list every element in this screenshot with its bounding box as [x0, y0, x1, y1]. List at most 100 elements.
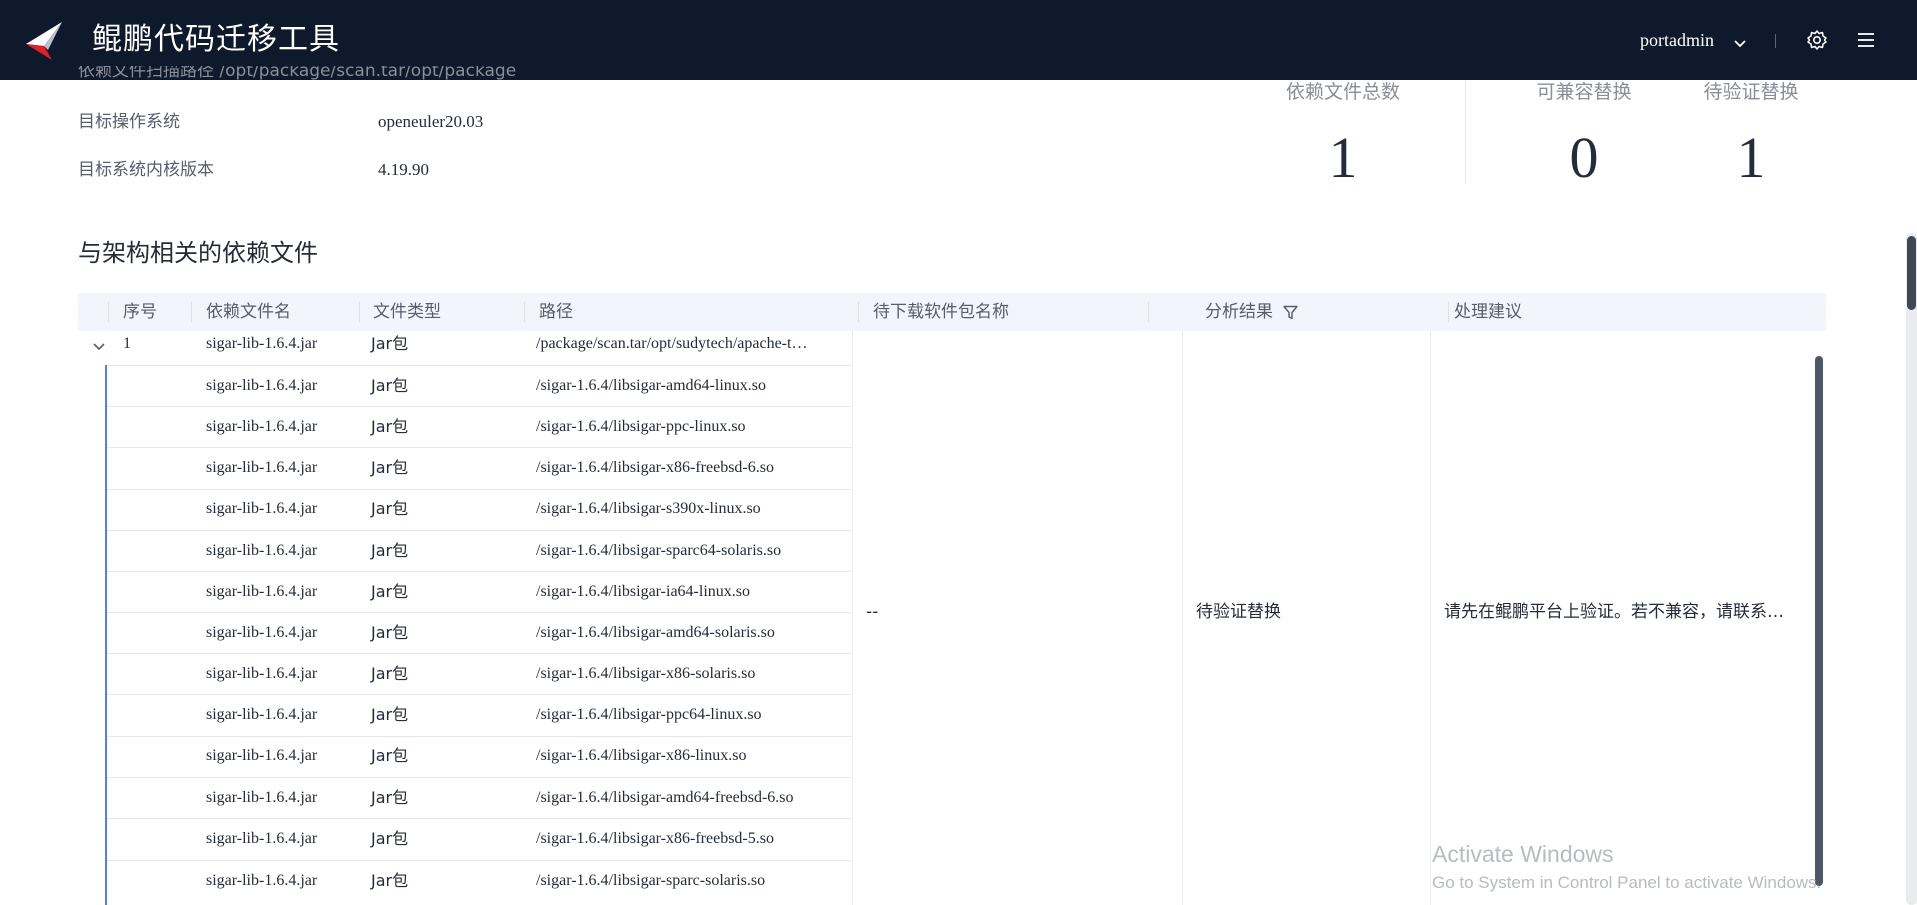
child-path: /sigar-1.6.4/libsigar-ppc-linux.so — [536, 418, 746, 435]
child-path: /sigar-1.6.4/libsigar-x86-freebsd-6.so — [536, 459, 774, 476]
activate-windows-title: Activate Windows — [1432, 841, 1614, 867]
child-file-name: sigar-lib-1.6.4.jar — [206, 706, 318, 723]
row-divider — [107, 365, 852, 366]
row-divider — [107, 447, 852, 448]
child-path: /sigar-1.6.4/libsigar-x86-linux.so — [536, 747, 747, 764]
package-name-cell: -- — [866, 602, 879, 622]
row-divider — [107, 694, 852, 695]
col-header-file-name: 依赖文件名 — [206, 302, 291, 322]
child-file-name: sigar-lib-1.6.4.jar — [206, 542, 318, 559]
stat-compatible-label: 可兼容替换 — [1536, 81, 1632, 103]
child-file-name: sigar-lib-1.6.4.jar — [206, 789, 318, 806]
child-path: /sigar-1.6.4/libsigar-sparc-solaris.so — [536, 872, 766, 889]
child-file-type: Jar包 — [371, 871, 409, 890]
filter-icon[interactable] — [1283, 305, 1298, 320]
header-separator — [191, 302, 192, 322]
table-scrollbar[interactable] — [1815, 356, 1823, 886]
col-header-index: 序号 — [123, 302, 157, 322]
clipped-info-text: 依赖文件扫描路径 /opt/package/scan.tar/opt/packa… — [78, 66, 517, 81]
stat-pending-label: 待验证替换 — [1703, 81, 1799, 103]
stat-divider — [1465, 80, 1466, 184]
child-file-type: Jar包 — [371, 582, 409, 601]
child-path: /sigar-1.6.4/libsigar-s390x-linux.so — [536, 500, 761, 517]
child-path: /sigar-1.6.4/libsigar-amd64-freebsd-6.so — [536, 789, 794, 806]
row-divider — [107, 571, 852, 572]
child-file-name: sigar-lib-1.6.4.jar — [206, 418, 318, 435]
child-path: /sigar-1.6.4/libsigar-ia64-linux.so — [536, 583, 750, 600]
child-file-type: Jar包 — [371, 623, 409, 642]
user-menu-name[interactable]: portadmin — [1640, 28, 1714, 52]
column-divider — [852, 331, 853, 905]
stat-compatible-value: 0 — [1569, 125, 1599, 190]
clipped-info-row: 依赖文件扫描路径 /opt/package/scan.tar/opt/packa… — [78, 66, 678, 82]
menu-icon[interactable] — [1857, 31, 1875, 49]
child-file-type: Jar包 — [371, 499, 409, 518]
row-divider — [107, 860, 852, 861]
child-path: /sigar-1.6.4/libsigar-amd64-linux.so — [536, 377, 766, 394]
header-separator — [1148, 302, 1149, 322]
column-divider — [1430, 331, 1431, 905]
child-file-type: Jar包 — [371, 417, 409, 436]
row-index: 1 — [123, 335, 131, 352]
child-path: /sigar-1.6.4/libsigar-ppc64-linux.so — [536, 706, 762, 723]
col-header-result: 分析结果 — [1205, 302, 1273, 322]
kernel-version-value: 4.19.90 — [378, 160, 429, 179]
child-file-type: Jar包 — [371, 705, 409, 724]
tree-indent-line — [105, 365, 107, 905]
row-divider — [107, 489, 852, 490]
collapse-row-chevron-icon[interactable] — [92, 337, 106, 351]
header-separator — [1448, 302, 1449, 322]
column-divider — [1182, 331, 1183, 905]
kunpeng-logo-icon[interactable] — [22, 20, 66, 62]
child-file-name: sigar-lib-1.6.4.jar — [206, 747, 318, 764]
child-path: /sigar-1.6.4/libsigar-amd64-solaris.so — [536, 624, 775, 641]
target-os-label: 目标操作系统 — [78, 112, 180, 132]
row-divider — [107, 406, 852, 407]
analysis-result-cell: 待验证替换 — [1196, 602, 1281, 622]
child-file-name: sigar-lib-1.6.4.jar — [206, 665, 318, 682]
stat-pending-value: 1 — [1736, 125, 1766, 190]
chevron-down-icon[interactable] — [1733, 34, 1747, 48]
suggestion-cell: 请先在鲲鹏平台上验证。若不兼容，请联系… — [1444, 602, 1784, 622]
child-file-name: sigar-lib-1.6.4.jar — [206, 459, 318, 476]
page-scrollbar-thumb[interactable] — [1907, 236, 1916, 310]
row-file-type: Jar包 — [371, 334, 409, 353]
child-file-type: Jar包 — [371, 746, 409, 765]
page-scrollbar-track[interactable] — [1906, 233, 1917, 905]
child-file-name: sigar-lib-1.6.4.jar — [206, 624, 318, 641]
child-file-name: sigar-lib-1.6.4.jar — [206, 583, 318, 600]
child-file-type: Jar包 — [371, 458, 409, 477]
gear-icon[interactable] — [1806, 29, 1828, 51]
header-separator — [359, 302, 360, 322]
header-separator — [858, 302, 859, 322]
app-title: 鲲鹏代码迁移工具 — [92, 22, 340, 57]
child-file-name: sigar-lib-1.6.4.jar — [206, 500, 318, 517]
child-path: /sigar-1.6.4/libsigar-sparc64-solaris.so — [536, 542, 782, 559]
col-header-suggestion: 处理建议 — [1454, 302, 1522, 322]
stat-total-label: 依赖文件总数 — [1285, 81, 1400, 103]
child-file-type: Jar包 — [371, 664, 409, 683]
col-header-package-name: 待下载软件包名称 — [873, 302, 1009, 322]
child-path: /sigar-1.6.4/libsigar-x86-solaris.so — [536, 665, 756, 682]
row-divider — [107, 530, 852, 531]
header-separator — [524, 302, 525, 322]
row-divider — [107, 777, 852, 778]
table-header: 序号 依赖文件名 文件类型 路径 待下载软件包名称 分析结果 处理建议 — [78, 293, 1826, 331]
section-title: 与架构相关的依赖文件 — [78, 239, 318, 267]
child-path: /sigar-1.6.4/libsigar-x86-freebsd-5.so — [536, 830, 774, 847]
row-divider — [107, 736, 852, 737]
target-os-value: openeuler20.03 — [378, 112, 484, 131]
child-file-name: sigar-lib-1.6.4.jar — [206, 872, 318, 889]
header-separator — [108, 302, 109, 322]
col-header-path: 路径 — [539, 302, 573, 322]
activate-windows-subtitle: Go to System in Control Panel to activat… — [1432, 873, 1822, 892]
child-file-type: Jar包 — [371, 376, 409, 395]
col-header-file-type: 文件类型 — [373, 302, 441, 322]
header-divider — [1775, 34, 1776, 48]
child-file-type: Jar包 — [371, 829, 409, 848]
row-path: /package/scan.tar/opt/sudytech/apache-t… — [536, 335, 808, 352]
row-divider — [107, 653, 852, 654]
child-file-name: sigar-lib-1.6.4.jar — [206, 830, 318, 847]
child-file-type: Jar包 — [371, 788, 409, 807]
stat-total-value: 1 — [1328, 125, 1358, 190]
